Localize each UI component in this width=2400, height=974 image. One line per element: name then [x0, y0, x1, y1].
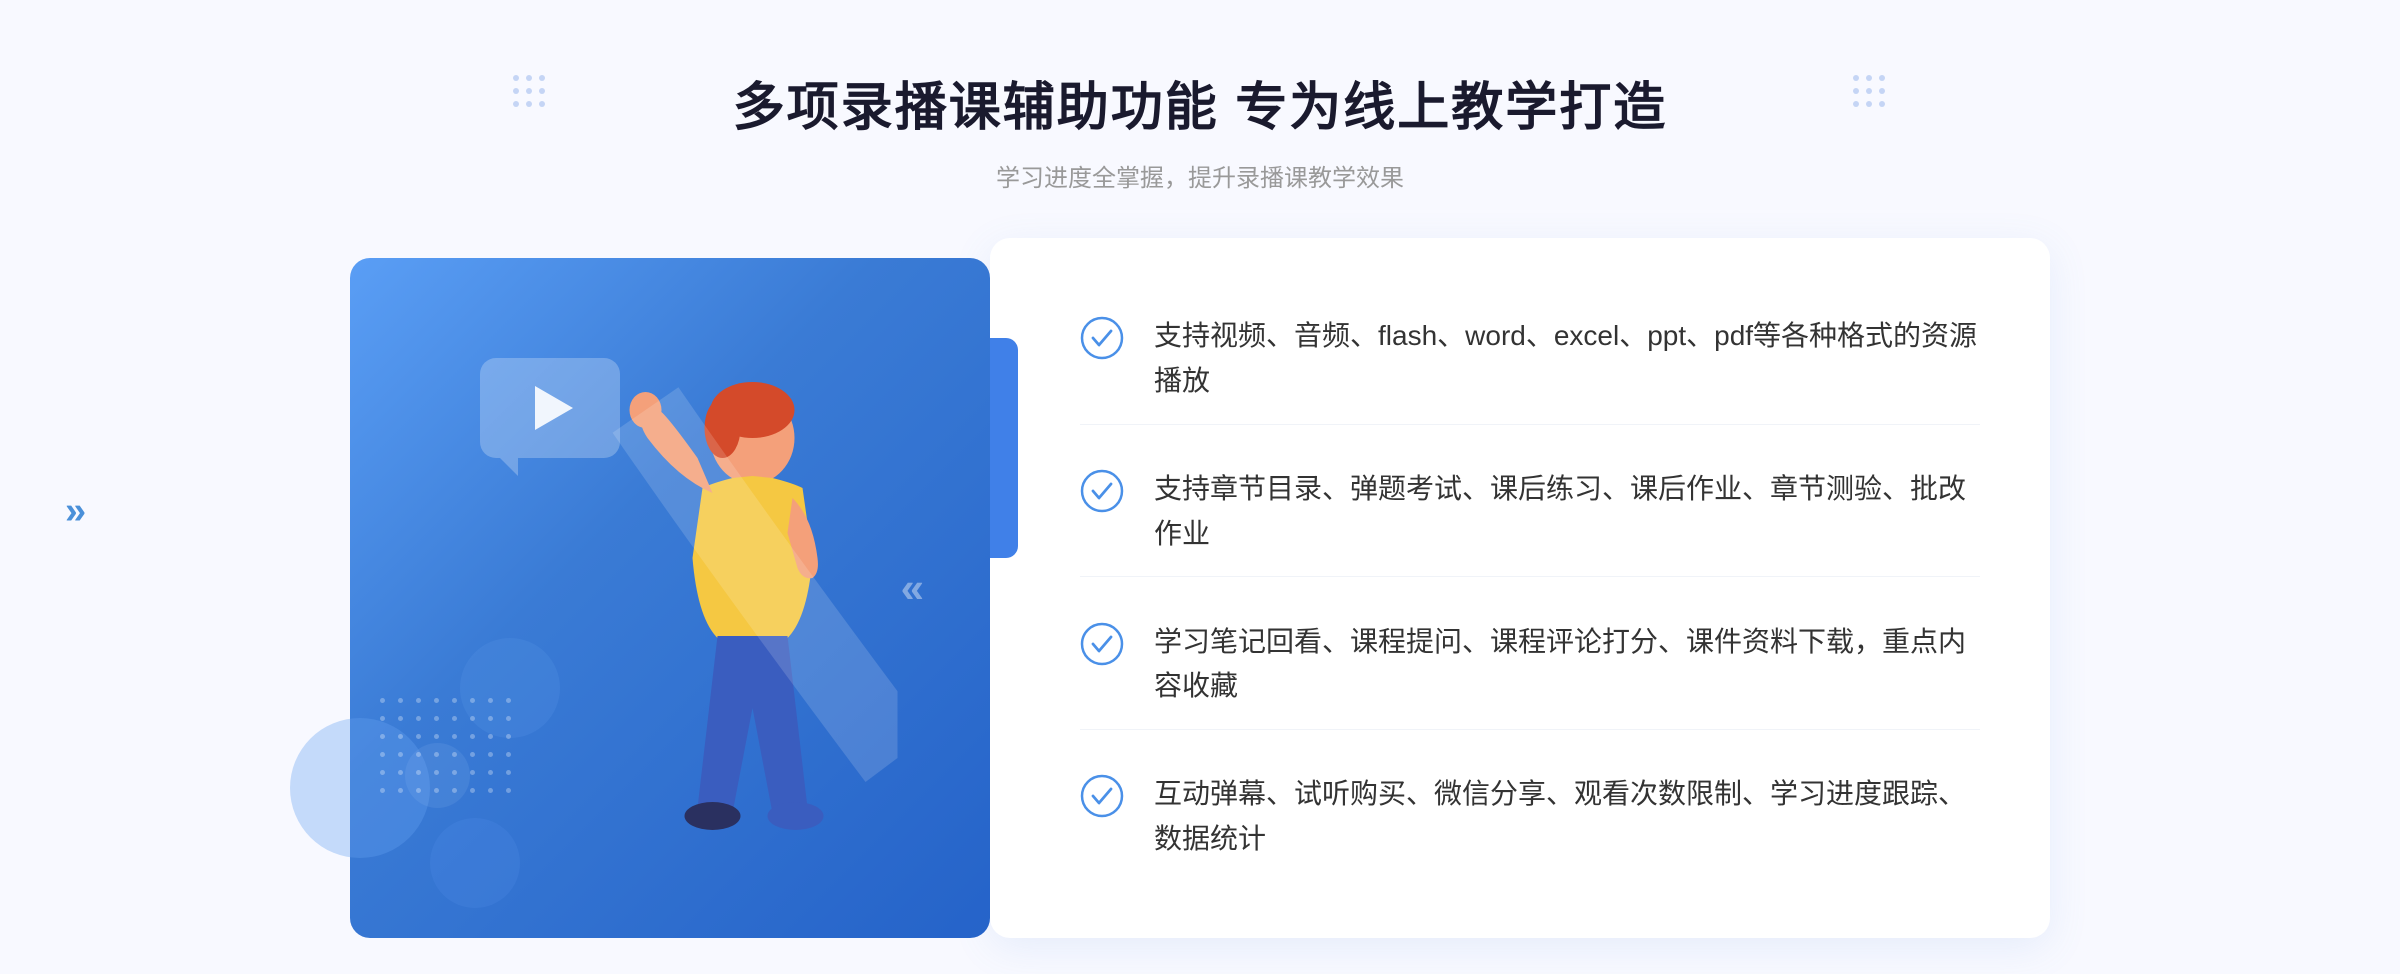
image-dot — [506, 770, 511, 775]
left-arrow-decoration: » — [65, 490, 76, 533]
feature-item-4: 互动弹幕、试听购买、微信分享、观看次数限制、学习进度跟踪、数据统计 — [1080, 752, 1980, 882]
check-icon-4 — [1080, 774, 1124, 818]
deco-dot — [513, 101, 519, 107]
image-dot — [434, 770, 439, 775]
image-dot — [380, 698, 385, 703]
person-illustration — [548, 358, 898, 938]
image-dot — [398, 752, 403, 757]
image-dot — [380, 788, 385, 793]
img-chevron-decoration: « — [901, 564, 910, 612]
header-deco-left — [513, 75, 547, 109]
image-dot — [452, 752, 457, 757]
deco-dot — [1879, 88, 1885, 94]
image-dots-pattern — [380, 698, 516, 798]
deco-dot — [539, 75, 545, 81]
deco-dot — [526, 75, 532, 81]
feature-item-1: 支持视频、音频、flash、word、excel、ppt、pdf等各种格式的资源… — [1080, 294, 1980, 425]
bubble-tail — [500, 458, 518, 476]
image-dot — [470, 734, 475, 739]
image-dot — [434, 698, 439, 703]
image-dot — [488, 734, 493, 739]
blue-side-tab — [990, 338, 1018, 558]
deco-dot — [1866, 75, 1872, 81]
feature-text-1: 支持视频、音频、flash、word、excel、ppt、pdf等各种格式的资源… — [1154, 314, 1980, 404]
sub-title: 学习进度全掌握，提升录播课教学效果 — [733, 158, 1667, 193]
check-icon-2 — [1080, 469, 1124, 513]
feature-item-3: 学习笔记回看、课程提问、课程评论打分、课件资料下载，重点内容收藏 — [1080, 600, 1980, 731]
image-dot — [452, 734, 457, 739]
header-section: 多项录播课辅助功能 专为线上教学打造 学习进度全掌握，提升录播课教学效果 — [733, 0, 1667, 228]
feature-text-2: 支持章节目录、弹题考试、课后练习、课后作业、章节测验、批改作业 — [1154, 467, 1980, 557]
image-dot — [506, 698, 511, 703]
deco-dot — [513, 88, 519, 94]
features-panel: 支持视频、音频、flash、word、excel、ppt、pdf等各种格式的资源… — [990, 238, 2050, 938]
deco-dot — [1879, 75, 1885, 81]
image-dot — [416, 788, 421, 793]
image-dot — [416, 716, 421, 721]
main-title: 多项录播课辅助功能 专为线上教学打造 — [733, 65, 1667, 140]
image-dot — [398, 716, 403, 721]
image-dot — [380, 716, 385, 721]
image-panel: « — [350, 258, 990, 938]
deco-dot — [1853, 88, 1859, 94]
image-dot — [506, 752, 511, 757]
image-dot — [398, 770, 403, 775]
image-dot — [398, 788, 403, 793]
image-dot — [488, 698, 493, 703]
image-dot — [434, 734, 439, 739]
deco-dot — [1853, 75, 1859, 81]
image-dot — [488, 788, 493, 793]
image-dot — [488, 716, 493, 721]
check-icon-3 — [1080, 622, 1124, 666]
image-dot — [470, 698, 475, 703]
image-dot — [380, 734, 385, 739]
image-dot — [488, 770, 493, 775]
image-dot — [470, 788, 475, 793]
image-dot — [452, 788, 457, 793]
deco-dot — [1879, 101, 1885, 107]
feature-text-3: 学习笔记回看、课程提问、课程评论打分、课件资料下载，重点内容收藏 — [1154, 620, 1980, 710]
image-dot — [470, 716, 475, 721]
image-dot — [434, 716, 439, 721]
deco-dot — [1866, 88, 1872, 94]
image-dot — [416, 770, 421, 775]
image-dot — [470, 770, 475, 775]
feature-text-4: 互动弹幕、试听购买、微信分享、观看次数限制、学习进度跟踪、数据统计 — [1154, 772, 1980, 862]
image-dot — [380, 770, 385, 775]
image-dot — [398, 734, 403, 739]
image-dot — [506, 716, 511, 721]
image-dot — [434, 788, 439, 793]
page-container: 多项录播课辅助功能 专为线上教学打造 学习进度全掌握，提升录播课教学效果 » — [0, 0, 2400, 974]
image-dot — [452, 716, 457, 721]
deco-dot-grid-right — [1853, 75, 1887, 109]
deco-dot — [513, 75, 519, 81]
image-dot — [506, 788, 511, 793]
deco-dot — [539, 88, 545, 94]
deco-dot — [526, 88, 532, 94]
deco-dot — [1853, 101, 1859, 107]
image-dot — [506, 734, 511, 739]
check-icon-1 — [1080, 316, 1124, 360]
deco-dot-grid-left — [513, 75, 547, 109]
feature-item-2: 支持章节目录、弹题考试、课后练习、课后作业、章节测验、批改作业 — [1080, 447, 1980, 578]
panel-circle-small — [430, 818, 520, 908]
image-dot — [416, 752, 421, 757]
image-dot — [452, 770, 457, 775]
image-dot — [380, 752, 385, 757]
image-dot — [416, 698, 421, 703]
deco-dot — [1866, 101, 1872, 107]
image-dot — [452, 698, 457, 703]
header-deco-right — [1853, 75, 1887, 109]
deco-dot — [539, 101, 545, 107]
image-dot — [398, 698, 403, 703]
content-area: « — [350, 238, 2050, 938]
deco-dot — [526, 101, 532, 107]
image-dot — [416, 734, 421, 739]
image-dot — [488, 752, 493, 757]
image-dot — [470, 752, 475, 757]
image-dot — [434, 752, 439, 757]
